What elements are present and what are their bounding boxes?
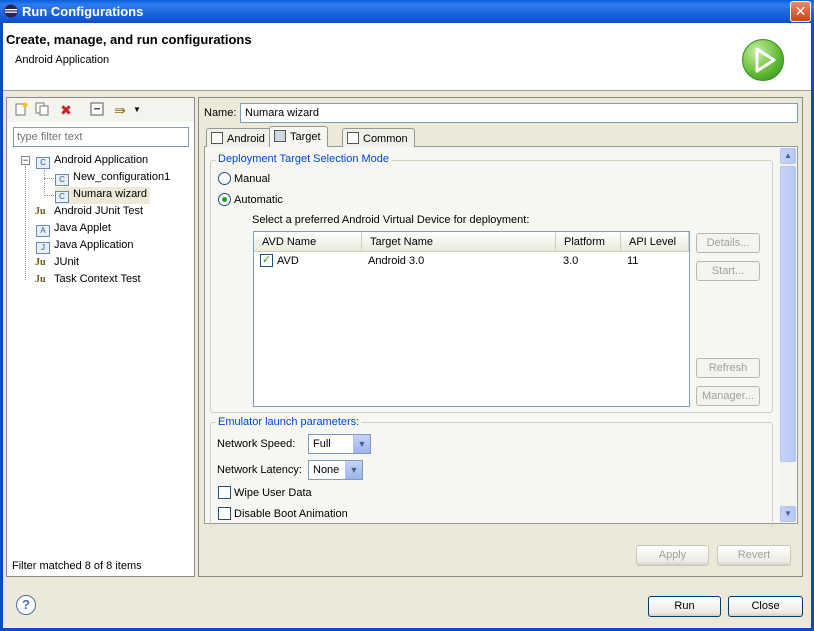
chevron-down-icon[interactable]: ▼ — [129, 102, 145, 118]
filter-input[interactable] — [13, 127, 189, 147]
scrollbar-thumb[interactable] — [780, 166, 796, 462]
network-latency-label: Network Latency: — [217, 464, 302, 476]
target-tab-icon — [274, 130, 286, 142]
delete-icon[interactable]: ✖ — [58, 102, 74, 118]
vertical-scrollbar[interactable]: ▲ ▼ — [780, 148, 796, 522]
name-label: Name: — [204, 107, 237, 119]
column-header-api-level[interactable]: API Level — [621, 232, 689, 252]
avd-prompt: Select a preferred Android Virtual Devic… — [252, 214, 530, 226]
filter-status: Filter matched 8 of 8 items — [12, 560, 142, 572]
avd-table[interactable]: AVD Name Target Name Platform API Level … — [253, 231, 690, 407]
scroll-down-icon[interactable]: ▼ — [780, 506, 796, 522]
disable-boot-animation-checkbox[interactable] — [218, 507, 231, 520]
revert-button[interactable]: Revert — [717, 545, 791, 566]
disable-boot-animation-label: Disable Boot Animation — [234, 508, 348, 520]
column-header-platform[interactable]: Platform — [556, 232, 621, 252]
applet-icon: A — [36, 225, 50, 237]
configuration-list-panel: ✖ ⇛ ▼ − CAndroid Application CNew_config… — [6, 97, 195, 577]
platform-cell[interactable]: 3.0 — [563, 255, 578, 267]
new-config-icon[interactable] — [13, 102, 29, 118]
wipe-user-data-label: Wipe User Data — [234, 487, 312, 499]
tree-connector — [44, 195, 54, 196]
filter-icon[interactable]: ⇛ — [112, 102, 128, 118]
window-title: Run Configurations — [22, 4, 144, 19]
tree-item-junit[interactable]: Ju JUnit — [35, 256, 79, 268]
manual-radio[interactable] — [218, 172, 231, 185]
tree-item-numara-wizard[interactable]: C Numara wizard — [55, 187, 150, 204]
android-config-icon: C — [55, 191, 69, 203]
android-config-icon: C — [36, 157, 50, 169]
avd-name-cell[interactable]: AVD — [277, 255, 299, 267]
collapse-all-icon[interactable] — [89, 102, 105, 118]
start-button[interactable]: Start... — [696, 261, 760, 281]
automatic-label: Automatic — [234, 194, 283, 206]
junit-icon: Ju — [35, 257, 46, 268]
header-subtitle: Android Application — [15, 54, 110, 66]
column-header-avd-name[interactable]: AVD Name — [254, 232, 362, 252]
manual-label: Manual — [234, 173, 271, 185]
window-border — [0, 23, 3, 631]
title-bar[interactable]: Run Configurations ✕ — [0, 0, 814, 23]
automatic-radio[interactable] — [218, 193, 231, 206]
eclipse-icon — [4, 4, 18, 18]
deployment-group-title: Deployment Target Selection Mode — [216, 153, 392, 165]
tree-collapse-toggle[interactable]: − — [21, 156, 30, 165]
network-speed-label: Network Speed: — [217, 438, 296, 450]
dialog-header: Create, manage, and run configurations A… — [3, 23, 811, 91]
api-level-cell[interactable]: 11 — [627, 255, 638, 267]
run-button[interactable]: Run — [648, 596, 721, 617]
window-close-button[interactable]: ✕ — [790, 1, 811, 22]
tree-item-android-junit-test[interactable]: Ju Android JUnit Test — [35, 205, 143, 217]
target-name-cell[interactable]: Android 3.0 — [368, 255, 424, 267]
apply-button[interactable]: Apply — [636, 545, 709, 566]
emulator-group-title: Emulator launch parameters: — [216, 416, 362, 428]
help-icon[interactable]: ? — [16, 595, 36, 615]
junit-icon: Ju — [35, 206, 46, 217]
wipe-user-data-checkbox[interactable] — [218, 486, 231, 499]
run-icon — [742, 39, 784, 81]
tab-android[interactable]: Android — [206, 128, 272, 147]
details-button[interactable]: Details... — [696, 233, 760, 253]
scroll-up-icon[interactable]: ▲ — [780, 148, 796, 164]
network-speed-select[interactable]: Full ▼ — [308, 434, 371, 454]
tree-connector — [44, 178, 54, 179]
tree-item-java-application[interactable]: J Java Application — [36, 239, 134, 254]
java-app-icon: J — [36, 242, 50, 254]
tree-connector — [44, 170, 45, 196]
network-latency-select[interactable]: None ▼ — [308, 460, 363, 480]
duplicate-icon[interactable] — [34, 102, 50, 118]
common-tab-icon — [347, 132, 359, 144]
tree-item-new-configuration1[interactable]: C New_configuration1 — [55, 171, 170, 186]
refresh-button[interactable]: Refresh — [696, 358, 760, 378]
tab-target[interactable]: Target — [269, 126, 328, 147]
task-context-icon: Ju — [35, 274, 46, 285]
config-toolbar: ✖ ⇛ ▼ — [7, 98, 194, 122]
column-header-target-name[interactable]: Target Name — [362, 232, 556, 252]
tree-item-java-applet[interactable]: A Java Applet — [36, 222, 111, 237]
chevron-down-icon: ▼ — [353, 435, 370, 453]
tree-connector — [25, 166, 26, 280]
tree-item-android-application[interactable]: C Android Application — [36, 154, 148, 169]
avd-row-checkbox[interactable]: ✓ — [260, 254, 273, 267]
header-title: Create, manage, and run configurations — [6, 32, 252, 47]
android-tab-icon — [211, 132, 223, 144]
manager-button[interactable]: Manager... — [696, 386, 760, 406]
android-config-icon: C — [55, 174, 69, 186]
tree-item-task-context-test[interactable]: Ju Task Context Test — [35, 273, 141, 285]
chevron-down-icon: ▼ — [345, 461, 362, 479]
tab-common[interactable]: Common — [342, 128, 415, 147]
name-input[interactable] — [240, 103, 798, 123]
close-button[interactable]: Close — [728, 596, 803, 617]
